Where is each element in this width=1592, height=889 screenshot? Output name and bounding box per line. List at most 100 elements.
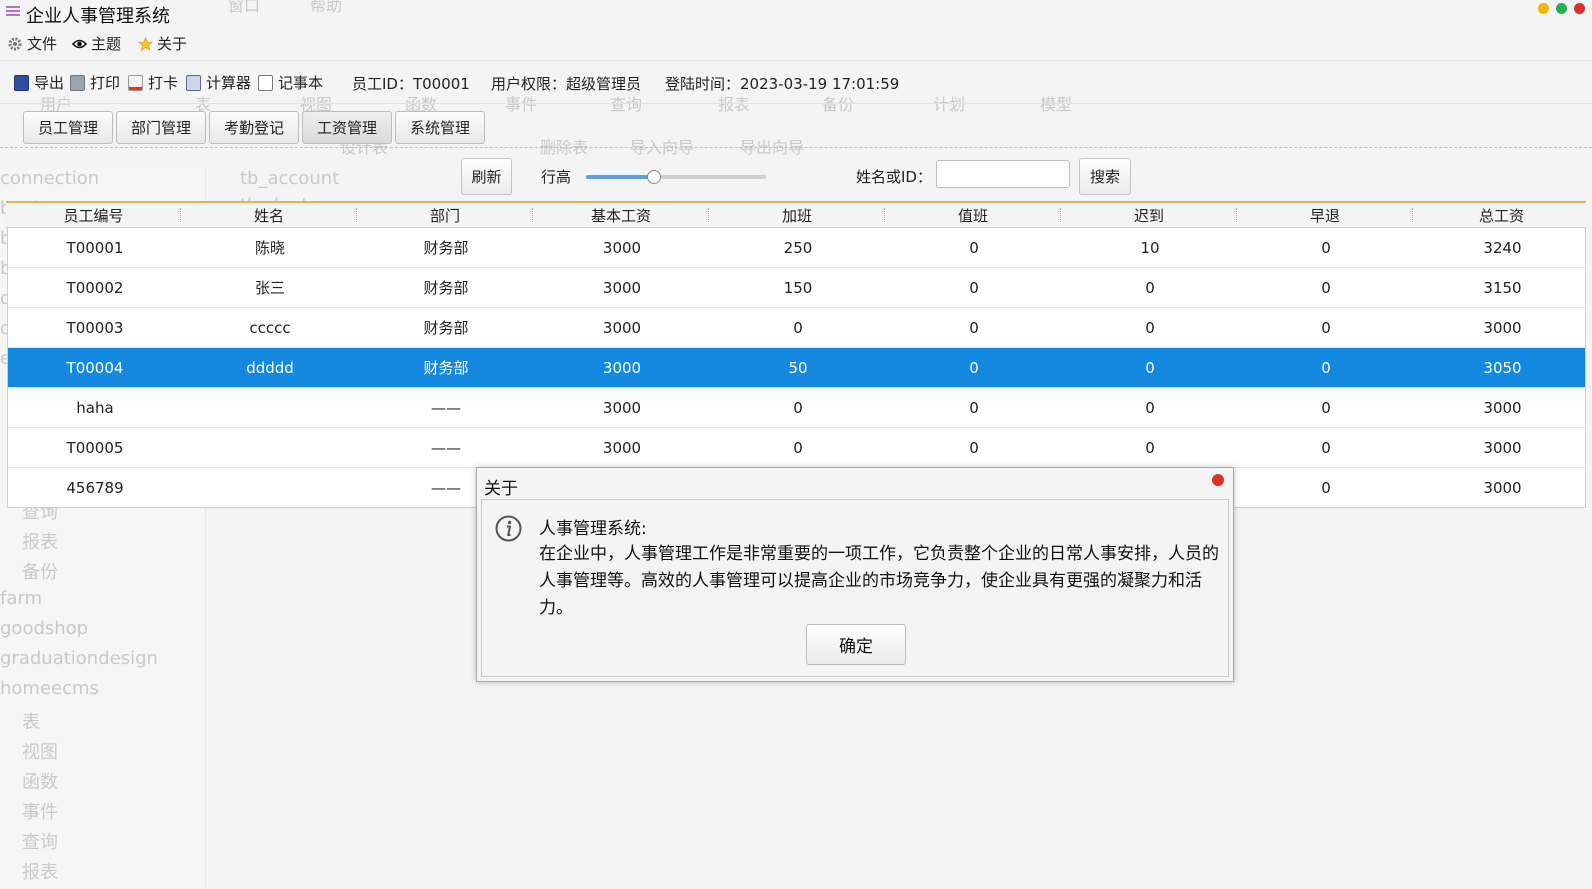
- ghost-text: connection: [0, 168, 100, 189]
- toolbar: 导出 打印 打卡 计算器 记事本 员工ID：T00001 用户权限：超级管理员 …: [0, 60, 1592, 104]
- dialog-close-button[interactable]: [1212, 474, 1224, 486]
- table-cell: 0: [1145, 398, 1155, 417]
- table-cell: 3000: [602, 278, 642, 297]
- table-cell: 0: [1145, 278, 1155, 297]
- clock-in-button[interactable]: 打卡: [128, 72, 178, 93]
- column-header[interactable]: 加班: [709, 203, 885, 227]
- column-header[interactable]: 总工资: [1413, 203, 1590, 227]
- close-button[interactable]: [1574, 3, 1585, 14]
- export-button[interactable]: 导出: [14, 72, 64, 93]
- ghost-text: 函数: [22, 772, 58, 793]
- column-header[interactable]: 基本工资: [533, 203, 709, 227]
- column-header[interactable]: 值班: [885, 203, 1061, 227]
- table-cell: 0: [1321, 478, 1331, 497]
- table-row[interactable]: haha —— 3000 0 0 0 0 3000: [8, 388, 1585, 428]
- table-cell: 3000: [1483, 318, 1522, 337]
- ghost-text: 查询: [22, 832, 58, 853]
- about-dialog: 关于 人事管理系统: 在企业中，人事管理工作是非常重要的一项工作，它负责整个企业…: [476, 467, 1234, 682]
- table-cell: 456789: [66, 478, 124, 497]
- column-header[interactable]: 员工编号: [6, 203, 181, 227]
- minimize-button[interactable]: [1538, 3, 1549, 14]
- menu-theme-label: 主题: [91, 35, 122, 53]
- table-cell: 张三: [254, 279, 285, 297]
- table-header: 员工编号 姓名 部门 基本工资 加班 值班 迟到 早退 总工资: [6, 203, 1586, 228]
- table-cell: 3000: [1483, 398, 1522, 417]
- menu-file[interactable]: 文件: [8, 33, 57, 54]
- row-height-slider-thumb[interactable]: [646, 170, 661, 184]
- gear-icon: [8, 37, 22, 51]
- ghost-text: homeecms: [0, 678, 99, 699]
- table-row[interactable]: T00003 ccccc 财务部 3000 0 0 0 0 3000: [8, 308, 1585, 348]
- tab-department-management[interactable]: 部门管理: [116, 111, 206, 144]
- table-cell: [182, 428, 358, 467]
- tab-employee-management[interactable]: 员工管理: [23, 111, 113, 144]
- table-row[interactable]: T00005 —— 3000 0 0 0 0 3000: [8, 428, 1585, 468]
- dialog-heading: 人事管理系统:: [539, 519, 647, 539]
- dialog-content: 人事管理系统: 在企业中，人事管理工作是非常重要的一项工作，它负责整个企业的日常…: [481, 499, 1229, 677]
- column-header[interactable]: 迟到: [1061, 203, 1237, 227]
- table-cell: 3240: [1483, 238, 1522, 257]
- table-cell: ——: [431, 438, 461, 457]
- ghost-text: 备份: [22, 562, 58, 583]
- calculator-icon: [186, 74, 201, 91]
- table-cell: T00003: [66, 318, 124, 337]
- print-button[interactable]: 打印: [70, 72, 120, 93]
- table-cell: 250: [783, 238, 813, 257]
- table-body: T00001 陈晓 财务部 3000 250 0 10 0 3240 T00002 张三 财务部 300…: [7, 228, 1586, 508]
- table-cell: 0: [793, 318, 803, 337]
- app-menu-icon[interactable]: [6, 6, 20, 17]
- column-header[interactable]: 部门: [357, 203, 533, 227]
- tab-system-management[interactable]: 系统管理: [395, 111, 485, 144]
- permission-info: 用户权限：超级管理员: [491, 75, 642, 93]
- table-cell: 0: [793, 438, 803, 457]
- table-cell: 10: [1140, 238, 1160, 257]
- menu-about[interactable]: 关于: [138, 33, 187, 54]
- notepad-button[interactable]: 记事本: [258, 72, 323, 93]
- table-cell: 3000: [602, 358, 642, 377]
- ghost-text: 报表: [22, 862, 58, 883]
- calculator-button[interactable]: 计算器: [186, 72, 251, 93]
- table-cell: 3000: [602, 398, 642, 417]
- table-cell: T00002: [66, 278, 124, 297]
- tab-attendance-registration[interactable]: 考勤登记: [209, 111, 299, 144]
- table-cell: 3000: [602, 438, 642, 457]
- table-cell: 150: [783, 278, 813, 297]
- tab-salary-management[interactable]: 工资管理: [302, 111, 392, 144]
- table-row[interactable]: T00001 陈晓 财务部 3000 250 0 10 0 3240: [8, 228, 1585, 268]
- table-cell: 0: [1145, 318, 1155, 337]
- table-cell: 3000: [602, 318, 642, 337]
- search-button[interactable]: 搜索: [1079, 158, 1131, 195]
- table-cell: 3000: [602, 238, 642, 257]
- dialog-body-text: 在企业中，人事管理工作是非常重要的一项工作，它负责整个企业的日常人事安排，人员的…: [539, 544, 1219, 618]
- table-cell: 0: [1321, 238, 1331, 257]
- star-icon: [138, 36, 153, 51]
- title-bar: 企业人事管理系统: [0, 0, 1592, 27]
- ghost-text: graduationdesign: [0, 648, 158, 669]
- table-cell: 3050: [1483, 358, 1522, 377]
- table-cell: haha: [76, 398, 114, 417]
- maximize-button[interactable]: [1556, 3, 1567, 14]
- ghost-text: farm: [0, 588, 42, 609]
- employee-id-info: 员工ID：T00001: [352, 75, 470, 93]
- ok-button[interactable]: 确定: [806, 624, 906, 665]
- menu-theme[interactable]: 主题: [71, 33, 122, 54]
- column-header[interactable]: 姓名: [181, 203, 357, 227]
- search-input[interactable]: [936, 160, 1070, 188]
- table-cell: 0: [1321, 398, 1331, 417]
- table-row[interactable]: T00004 ddddd 财务部 3000 50 0 0 0 3050: [8, 348, 1585, 388]
- column-header[interactable]: 早退: [1237, 203, 1413, 227]
- table-cell: 50: [788, 358, 808, 377]
- refresh-button[interactable]: 刷新: [461, 158, 512, 195]
- row-height-slider[interactable]: [586, 170, 766, 184]
- table-cell: 陈晓: [254, 239, 285, 257]
- table-cell: 3000: [1483, 438, 1522, 457]
- table-cell: 0: [969, 318, 979, 337]
- table-cell: T00004: [66, 358, 124, 377]
- table-cell: 0: [1321, 278, 1331, 297]
- divider: [0, 147, 1592, 148]
- table-row[interactable]: T00002 张三 财务部 3000 150 0 0 0 3150: [8, 268, 1585, 308]
- search-label: 姓名或ID：: [856, 168, 932, 186]
- info-icon: [495, 515, 522, 542]
- ghost-text: 报表: [22, 532, 58, 553]
- login-time-info: 登陆时间：2023-03-19 17:01:59: [665, 75, 900, 93]
